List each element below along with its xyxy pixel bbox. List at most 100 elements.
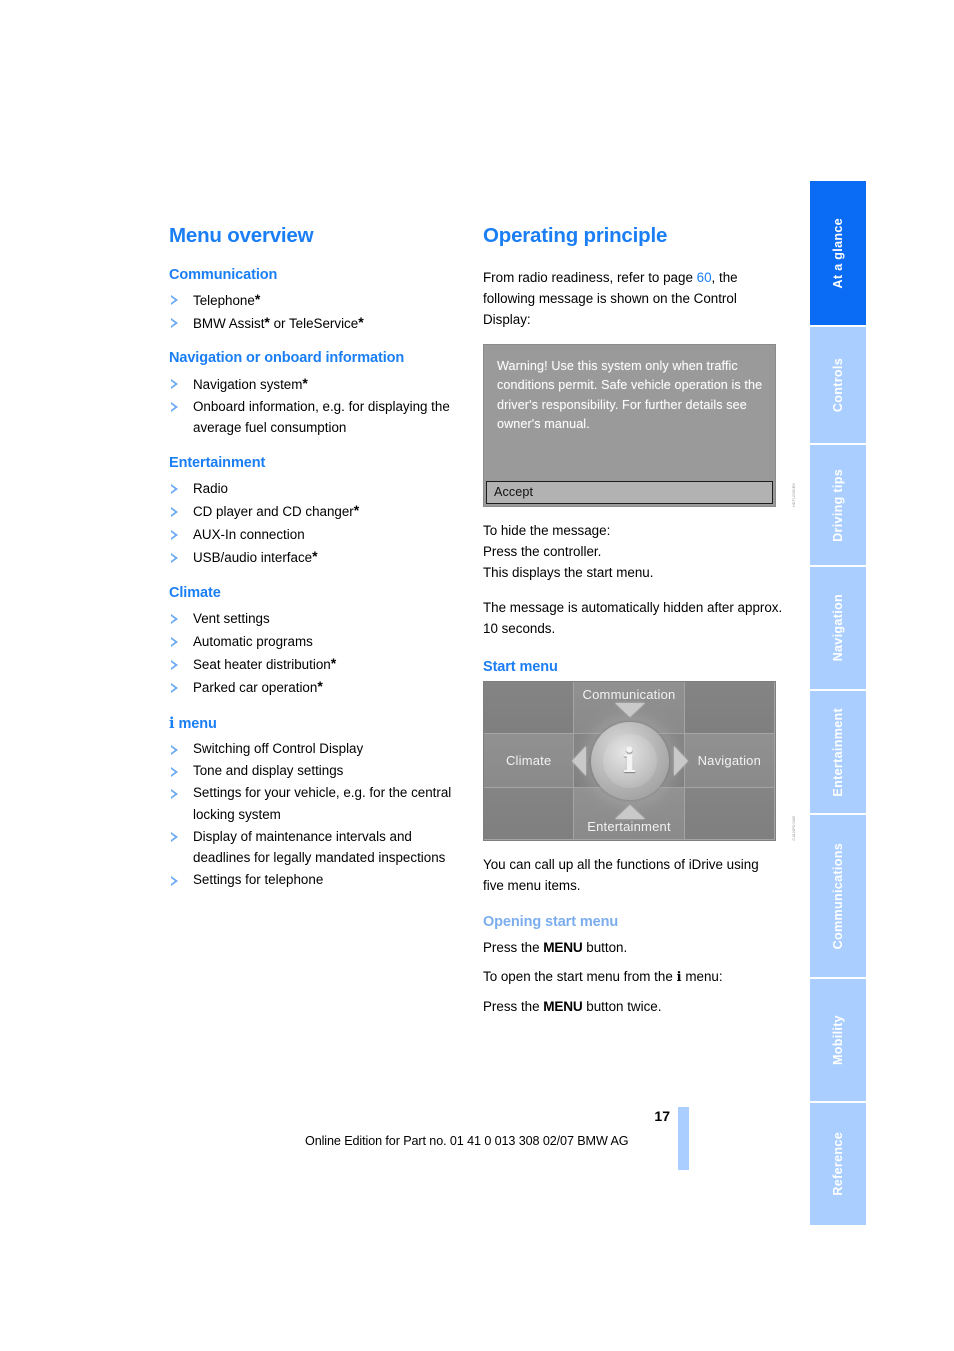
list-item: Parked car operation* bbox=[169, 676, 469, 699]
menu-item-label: Navigation bbox=[697, 752, 762, 768]
list-item: Onboard information, e.g. for displaying… bbox=[169, 396, 469, 439]
triangle-bullet-icon bbox=[171, 659, 178, 670]
warning-message-figure: Warning! Use this system only when traff… bbox=[483, 343, 796, 507]
list-item-label: Switching off Control Display bbox=[193, 741, 364, 756]
list-item: Automatic programs bbox=[169, 630, 469, 653]
tab-label: Navigation bbox=[831, 594, 845, 662]
bullet-list: Navigation system* Onboard information, … bbox=[169, 373, 469, 439]
menu-item-navigation[interactable]: Navigation bbox=[683, 732, 775, 789]
list-item-label: Settings for your vehicle, e.g. for the … bbox=[193, 785, 452, 822]
grid-cell-empty-bottomright bbox=[683, 787, 775, 840]
bullet-list: Switching off Control Display Tone and d… bbox=[169, 738, 469, 891]
tab-label: Reference bbox=[831, 1132, 845, 1196]
right-column: Operating principle From radio readiness… bbox=[483, 224, 796, 1017]
bullet-list: Vent settings Automatic programs Seat he… bbox=[169, 607, 469, 699]
list-item: Seat heater distribution* bbox=[169, 653, 469, 676]
tab-entertainment[interactable]: Entertainment bbox=[810, 691, 866, 815]
intro-paragraph: From radio readiness, refer to page 60, … bbox=[483, 267, 783, 330]
list-item: Switching off Control Display bbox=[169, 738, 469, 760]
section-navigation-onboard: Navigation or onboard information Naviga… bbox=[169, 350, 469, 438]
list-item-label: Radio bbox=[193, 481, 228, 497]
section-heading: Climate bbox=[169, 584, 221, 601]
bullet-list: Telephone* BMW Assist* or TeleService* bbox=[169, 289, 469, 335]
triangle-bullet-icon bbox=[171, 506, 178, 517]
edition-footer-line: Online Edition for Part no. 01 41 0 013 … bbox=[305, 1134, 629, 1148]
figure-id-caption: C1816PC0469 bbox=[792, 816, 796, 841]
page-number-marker-bar bbox=[678, 1107, 689, 1170]
bullet-list: Radio CD player and CD changer* AUX-In c… bbox=[169, 477, 469, 569]
list-item-label: CD player and CD changer bbox=[193, 504, 354, 520]
tab-controls[interactable]: Controls bbox=[810, 327, 866, 445]
figure-id-caption: HDT1205CEN bbox=[792, 482, 796, 507]
tab-mobility[interactable]: Mobility bbox=[810, 979, 866, 1103]
menu-item-label: Communication bbox=[582, 686, 676, 702]
triangle-bullet-icon bbox=[171, 613, 178, 624]
list-item-label: BMW Assist* or TeleService* bbox=[193, 313, 364, 331]
tab-reference[interactable]: Reference bbox=[810, 1103, 866, 1227]
section-communication: Communication Telephone* BMW Assist* or … bbox=[169, 267, 469, 335]
list-item: Settings for your vehicle, e.g. for the … bbox=[169, 782, 469, 825]
grid-cell-empty-topright bbox=[683, 681, 775, 734]
option-asterisk: * bbox=[353, 502, 360, 519]
list-item-label: Parked car operation bbox=[193, 680, 318, 696]
tab-label: At a glance bbox=[831, 217, 845, 289]
list-item-label: Automatic programs bbox=[193, 634, 313, 650]
triangle-bullet-icon bbox=[171, 483, 178, 494]
triangle-bullet-icon bbox=[171, 788, 178, 799]
triangle-bullet-icon bbox=[171, 552, 178, 563]
menu-item-communication[interactable]: Communication bbox=[573, 681, 685, 734]
list-item: Vent settings bbox=[169, 607, 469, 630]
tab-at-a-glance[interactable]: At a glance bbox=[810, 181, 866, 327]
list-item-label: Settings for telephone bbox=[193, 872, 324, 887]
triangle-bullet-icon bbox=[171, 875, 178, 886]
tab-label: Controls bbox=[831, 357, 845, 413]
list-item-label: USB/audio interface bbox=[193, 550, 313, 566]
option-asterisk: * bbox=[254, 290, 261, 307]
section-heading-start-menu: Start menu bbox=[483, 658, 558, 675]
text-before-key: Press the bbox=[483, 940, 544, 956]
triangle-bullet-icon bbox=[171, 832, 178, 842]
intro-text-before: From radio readiness, refer to page bbox=[483, 269, 697, 285]
page-reference-link[interactable]: 60 bbox=[697, 270, 712, 285]
list-item: BMW Assist* or TeleService* bbox=[169, 312, 469, 335]
section-heading-label: menu bbox=[178, 715, 217, 732]
list-item-label: AUX-In connection bbox=[193, 527, 305, 543]
triangle-bullet-icon bbox=[171, 379, 178, 390]
list-item: AUX-In connection bbox=[169, 523, 469, 546]
option-asterisk: * bbox=[317, 678, 323, 695]
tab-navigation[interactable]: Navigation bbox=[810, 567, 866, 691]
start-menu-description: You can call up all the functions of iDr… bbox=[483, 856, 759, 893]
triangle-bullet-icon bbox=[171, 318, 178, 329]
tab-label: Communications bbox=[831, 842, 845, 950]
tab-driving-tips[interactable]: Driving tips bbox=[810, 445, 866, 567]
section-heading: Navigation or onboard information bbox=[169, 350, 405, 367]
menu-item-entertainment[interactable]: Entertainment bbox=[573, 787, 685, 840]
left-column: Menu overview Communication Telephone* B… bbox=[169, 224, 469, 891]
hide-line-1: To hide the message: bbox=[483, 522, 611, 538]
menu-item-label: Entertainment bbox=[587, 818, 671, 834]
list-item: Tone and display settings bbox=[169, 760, 469, 782]
opening-instruction-2: To open the start menu from the i menu: bbox=[483, 966, 783, 988]
text-after-i: menu: bbox=[681, 969, 723, 985]
text-after-key: button twice. bbox=[582, 999, 662, 1015]
list-item-label: Navigation system bbox=[193, 376, 303, 392]
option-asterisk: * bbox=[312, 548, 318, 565]
section-heading: Entertainment bbox=[169, 454, 266, 471]
menu-item-climate[interactable]: Climate bbox=[484, 732, 575, 789]
list-item: Navigation system* bbox=[169, 373, 469, 396]
accept-button[interactable]: Accept bbox=[486, 480, 773, 504]
triangle-bullet-icon bbox=[171, 766, 178, 777]
list-item: Telephone* bbox=[169, 289, 469, 312]
list-item: Display of maintenance intervals and dea… bbox=[169, 826, 469, 869]
page-title-menu-overview: Menu overview bbox=[169, 224, 314, 247]
text-before-i: To open the start menu from the bbox=[483, 969, 677, 985]
menu-button-key: MENU bbox=[543, 999, 583, 1015]
list-item: USB/audio interface* bbox=[169, 546, 469, 569]
tab-label: Mobility bbox=[831, 1015, 845, 1065]
section-climate: Climate Vent settings Automatic programs… bbox=[169, 585, 469, 699]
tab-communications[interactable]: Communications bbox=[810, 815, 866, 979]
tab-label: Driving tips bbox=[831, 468, 845, 542]
menu-item-label: Climate bbox=[505, 752, 552, 768]
text-after-key: button. bbox=[582, 940, 628, 956]
option-asterisk: * bbox=[302, 374, 308, 391]
